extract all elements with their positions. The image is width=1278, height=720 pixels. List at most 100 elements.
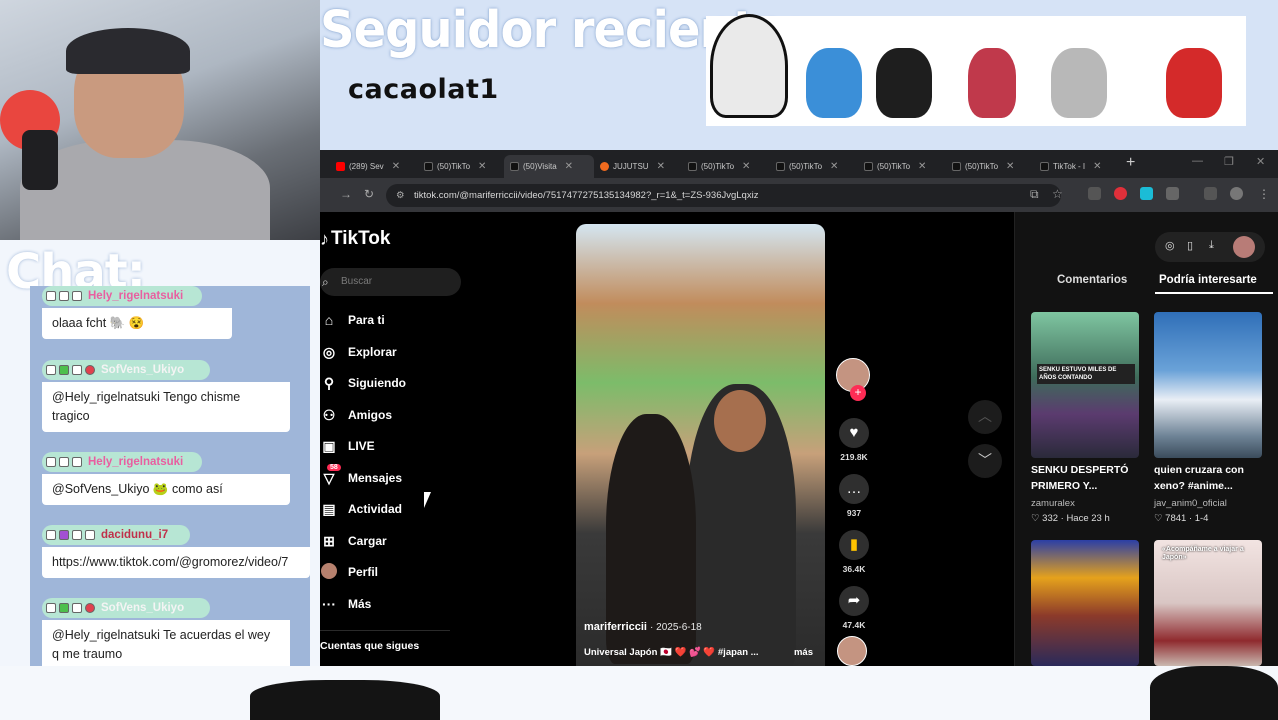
close-window-icon[interactable]: ✕	[1256, 155, 1265, 168]
url-bar[interactable]: ⚙ tiktok.com/@mariferriccii/video/751747…	[386, 184, 1061, 207]
active-tab-underline	[1155, 292, 1273, 294]
url-text: tiktok.com/@mariferriccii/video/75174772…	[414, 190, 759, 201]
close-icon[interactable]: ✕	[657, 161, 665, 172]
menu-dots-icon[interactable]: ⋮	[1258, 187, 1270, 201]
browser-tab[interactable]: (50)TikTo ✕	[946, 155, 1032, 178]
tab-label: TikTok - I	[1053, 162, 1086, 171]
stream-chat-panel: Chat: Hely_rigelnatsuki olaaa fcht 🐘 😵 S…	[0, 240, 320, 700]
nav-live[interactable]: ▣ LIVE	[320, 436, 374, 456]
next-video-button[interactable]: ﹀	[968, 444, 1002, 478]
chat-username: dacidunu_i7	[101, 529, 169, 541]
media-control-icon[interactable]	[1204, 187, 1217, 200]
minimize-icon[interactable]: —	[1192, 155, 1203, 167]
nav-mensajes[interactable]: ▽ 58 Mensajes	[320, 463, 402, 488]
video-player[interactable]: mariferriccii · 2025-6-18 Universal Japó…	[576, 224, 825, 666]
search-input[interactable]: ⌕ Buscar	[320, 268, 461, 296]
nav-siguiendo[interactable]: ⚲ Siguiendo	[320, 373, 406, 393]
browser-tab[interactable]: (289) Sev ✕	[330, 155, 416, 178]
close-icon[interactable]: ✕	[565, 161, 573, 172]
new-tab-button[interactable]: +	[1126, 154, 1135, 172]
recommended-video-stats: ♡ 7841 · 1-4	[1154, 513, 1209, 524]
profile-icon[interactable]	[1230, 187, 1243, 200]
like-button[interactable]: ♥ 219.8K	[836, 418, 872, 462]
more-link[interactable]: más	[794, 647, 813, 658]
tiktok-logo[interactable]: ♪ TikTok	[320, 228, 390, 250]
recommended-video-thumbnail[interactable]: «Acompáñame a viajar a Japón»	[1154, 540, 1262, 666]
profile-avatar[interactable]	[1233, 236, 1255, 258]
creator-avatar[interactable]: +	[836, 358, 870, 401]
chat-badge-icon	[72, 291, 82, 301]
recommended-video-user[interactable]: jav_anim0_oficial	[1154, 498, 1227, 509]
close-icon[interactable]: ✕	[392, 161, 400, 172]
nav-mas[interactable]: ··· Más	[320, 594, 371, 614]
extension-icon[interactable]	[1114, 187, 1127, 200]
friends-icon: ⚇	[322, 406, 336, 423]
nav-cargar[interactable]: ⊞ Cargar	[320, 531, 387, 551]
recommended-video-thumbnail[interactable]: SENKU ESTUVO MILES DE AÑOS CONTANDO	[1031, 312, 1139, 458]
browser-tab[interactable]: (50)TikTo ✕	[770, 155, 856, 178]
extension-icon[interactable]	[1088, 187, 1101, 200]
browser-tab[interactable]: (50)TikTo ✕	[418, 155, 504, 178]
compass-icon[interactable]: ◎	[1165, 239, 1175, 252]
browser-tab[interactable]: JUJUTSU ✕	[594, 155, 680, 178]
recommended-video-user[interactable]: zamuralex	[1031, 498, 1075, 509]
install-app-icon[interactable]: ⧉	[1030, 187, 1039, 202]
tab-label: (50)Visita	[523, 162, 557, 171]
search-icon: ⌕	[322, 275, 329, 289]
recommended-video-title[interactable]: SENKU DESPERTÓ PRIMERO Y...	[1031, 462, 1143, 494]
compass-icon: ◎	[322, 343, 336, 360]
nav-amigos[interactable]: ⚇ Amigos	[320, 405, 392, 425]
sound-avatar[interactable]	[837, 636, 867, 666]
browser-tab[interactable]: (50)TikTo ✕	[858, 155, 944, 178]
parrot-sticker	[806, 48, 862, 118]
phone-icon[interactable]: ▯	[1187, 239, 1193, 252]
share-button[interactable]: ➦ 47.4K	[836, 586, 872, 630]
microphone	[22, 130, 58, 190]
browser-tab-active[interactable]: (50)Visita ✕	[504, 155, 594, 178]
close-icon[interactable]: ✕	[830, 161, 838, 172]
nav-para-ti[interactable]: ⌂ Para ti	[320, 310, 385, 330]
close-icon[interactable]: ✕	[1006, 161, 1014, 172]
nav-perfil[interactable]: Perfil	[320, 562, 378, 582]
previous-video-button[interactable]: ︿	[968, 400, 1002, 434]
close-icon[interactable]: ✕	[478, 161, 486, 172]
crunchyroll-icon	[600, 162, 609, 171]
recommended-video-thumbnail[interactable]	[1154, 312, 1262, 458]
recommended-video-title[interactable]: quien cruzara con xeno? #anime...	[1154, 462, 1266, 494]
heart-icon: ♥	[839, 418, 869, 448]
nav-explorar[interactable]: ◎ Explorar	[320, 342, 397, 362]
browser-tab[interactable]: TikTok - I ✕	[1034, 155, 1120, 178]
video-username[interactable]: mariferriccii · 2025-6-18	[584, 621, 702, 633]
download-icon[interactable]: ⤓	[1209, 239, 1214, 252]
recommended-video-thumbnail[interactable]	[1031, 540, 1139, 666]
share-count: 47.4K	[842, 620, 866, 630]
browser-tab[interactable]: (50)TikTo ✕	[682, 155, 768, 178]
close-icon[interactable]: ✕	[742, 161, 750, 172]
close-icon[interactable]: ✕	[918, 161, 926, 172]
tab-recommended[interactable]: Podría interesarte	[1159, 274, 1257, 286]
tab-comentarios[interactable]: Comentarios	[1057, 274, 1127, 286]
chat-badge-icon	[46, 530, 56, 540]
comment-count: 937	[846, 508, 862, 518]
extensions-puzzle-icon[interactable]	[1166, 187, 1179, 200]
parrot-sticker	[876, 48, 932, 118]
comment-button[interactable]: … 937	[836, 474, 872, 518]
save-button[interactable]: ▮ 36.4K	[836, 530, 872, 574]
nav-divider	[320, 630, 450, 631]
bookmark-star-icon[interactable]: ☆	[1052, 187, 1063, 201]
character-silhouette	[1150, 666, 1278, 720]
chat-text: @Hely_rigelnatsuki Tengo chisme tragico	[42, 382, 290, 432]
forward-icon[interactable]: →	[340, 187, 352, 201]
maximize-icon[interactable]: ❐	[1224, 155, 1234, 168]
chat-badge-icon	[72, 457, 82, 467]
tiktok-icon	[1040, 162, 1049, 171]
site-info-icon[interactable]: ⚙	[396, 184, 405, 207]
extension-icon[interactable]	[1140, 187, 1153, 200]
chat-badge-icon	[72, 530, 82, 540]
chat-text: olaaa fcht 🐘 😵	[42, 308, 232, 339]
nav-actividad[interactable]: ▤ Actividad	[320, 499, 402, 519]
follow-plus-icon[interactable]: +	[850, 385, 866, 401]
parrot-sticker	[1051, 48, 1107, 118]
close-icon[interactable]: ✕	[1093, 161, 1101, 172]
reload-icon[interactable]: ↻	[364, 187, 374, 201]
